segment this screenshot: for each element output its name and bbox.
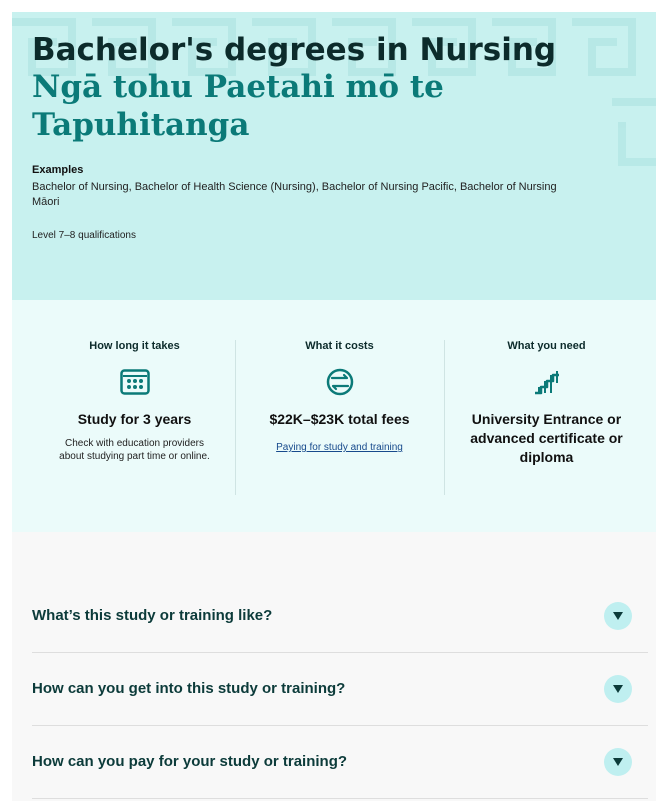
accordion-item-study-like[interactable]: What’s this study or training like? [32,580,648,653]
stats-section: How long it takes Study for 3 years Chec… [12,300,656,532]
chevron-down-icon [613,612,623,620]
expand-button[interactable] [604,675,632,703]
stat-heading: What it costs [305,340,374,352]
page-title-maori: Ngā tohu Paetahi mō te Tapuhitanga [32,69,444,143]
paying-for-study-link[interactable]: Paying for study and training [276,442,403,453]
cost-stat: What it costs $22K–$23K total fees Payin… [237,340,442,455]
stat-value: University Entrance or advanced certific… [470,411,623,465]
divider [235,340,236,495]
calendar-abacus-icon [32,366,237,398]
hero-section: Bachelor's degrees in Nursing Ngā tohu P… [12,12,656,300]
expand-button[interactable] [604,748,632,776]
page-title: Bachelor's degrees in Nursing [32,32,557,68]
requirements-stat: What you need University Entrance or adv… [444,340,649,475]
accordion-item-pay-for[interactable]: How can you pay for your study or traini… [32,726,648,799]
stat-heading: What you need [507,340,586,352]
accordion-question: What’s this study or training like? [32,607,273,624]
chevron-down-icon [613,685,623,693]
stat-value: $22K–$23K total fees [269,411,410,427]
examples-text: Bachelor of Nursing, Bachelor of Health … [32,181,557,208]
accordion-question: How can you pay for your study or traini… [32,753,348,770]
currency-exchange-icon [237,366,442,398]
stat-heading: How long it takes [89,340,180,352]
duration-stat: How long it takes Study for 3 years Chec… [32,340,237,463]
stat-value: Study for 3 years [77,411,192,427]
chevron-down-icon [613,758,623,766]
stairs-icon [444,366,649,398]
accordion-question: How can you get into this study or train… [32,680,346,697]
qualification-level: Level 7–8 qualifications [32,230,136,241]
expand-button[interactable] [604,602,632,630]
examples-heading: Examples [32,164,84,176]
accordion-item-get-into[interactable]: How can you get into this study or train… [32,653,648,726]
faq-accordion: What’s this study or training like? How … [12,532,656,801]
stat-description: Check with education providers about stu… [59,438,210,462]
